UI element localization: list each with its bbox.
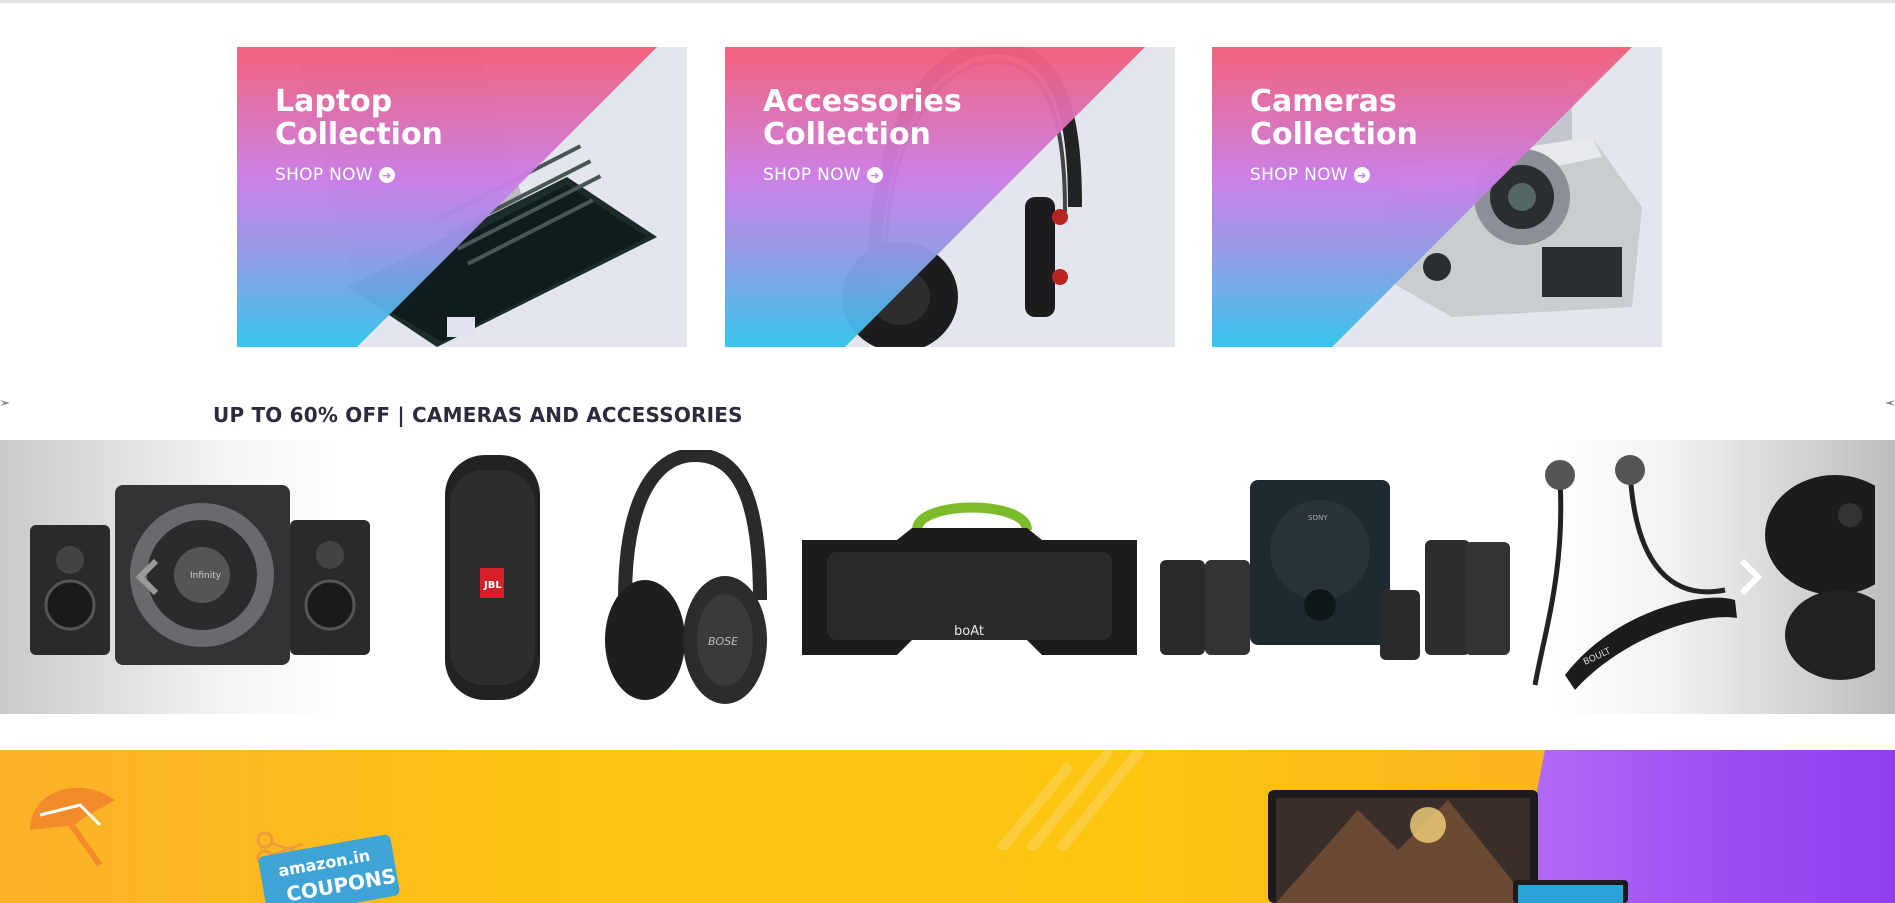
carousel-prev-button[interactable] — [128, 552, 168, 602]
brand-label: Infinity — [190, 571, 222, 581]
product-portable-speaker[interactable]: JBL — [440, 450, 545, 705]
product-home-theater[interactable]: SONY — [1160, 480, 1510, 660]
chevron-right-icon — [1739, 558, 1763, 596]
arrow-circle-right-icon: ➜ — [378, 167, 395, 183]
cameras-collection-card[interactable]: Cameras Collection SHOP NOW ➜ — [1212, 47, 1662, 347]
shop-now-link[interactable]: SHOP NOW ➜ — [275, 165, 395, 185]
accessories-collection-card[interactable]: Accessories Collection SHOP NOW ➜ — [725, 47, 1175, 347]
product-wireless-earbuds[interactable] — [1755, 475, 1875, 685]
arrow-circle-right-icon: ➜ — [866, 167, 883, 183]
deals-product-banner[interactable]: Infinity JBL BOSE boAt SONY BOULT — [0, 440, 1895, 714]
brand-label: JBL — [483, 580, 502, 591]
decorative-stripes — [996, 750, 1144, 850]
arrow-left-edge-icon — [0, 400, 10, 406]
card-title: Accessories Collection — [763, 84, 962, 152]
chevron-left-icon — [135, 558, 159, 596]
laptop-image — [1268, 790, 1628, 903]
brand-label: SONY — [1308, 514, 1328, 522]
carousel-next-button[interactable] — [1730, 552, 1770, 602]
shop-now-link[interactable]: SHOP NOW ➜ — [1250, 165, 1370, 185]
card-title: Laptop Collection — [275, 84, 443, 152]
arrow-circle-right-icon: ➜ — [1353, 167, 1370, 183]
umbrella-icon — [30, 787, 115, 867]
card-title: Cameras Collection — [1250, 84, 1418, 152]
product-boombox-speaker[interactable]: boAt — [797, 490, 1142, 660]
brand-label: boAt — [954, 624, 984, 639]
brand-label: BOSE — [708, 635, 738, 648]
shop-now-link[interactable]: SHOP NOW ➜ — [763, 165, 883, 185]
laptop-collection-card[interactable]: Laptop Collection SHOP NOW ➜ — [237, 47, 687, 347]
top-divider — [0, 0, 1895, 3]
arrow-right-edge-icon — [1885, 400, 1895, 406]
product-speaker-system[interactable]: Infinity — [25, 480, 375, 670]
amazon-coupons-promo-banner[interactable]: amazon.in COUPONS — [0, 750, 1895, 903]
deals-section-heading: UP TO 60% OFF | CAMERAS AND ACCESSORIES — [213, 403, 743, 427]
product-neckband-earphones[interactable]: BOULT — [1525, 450, 1745, 700]
product-headphones[interactable]: BOSE — [600, 450, 770, 710]
